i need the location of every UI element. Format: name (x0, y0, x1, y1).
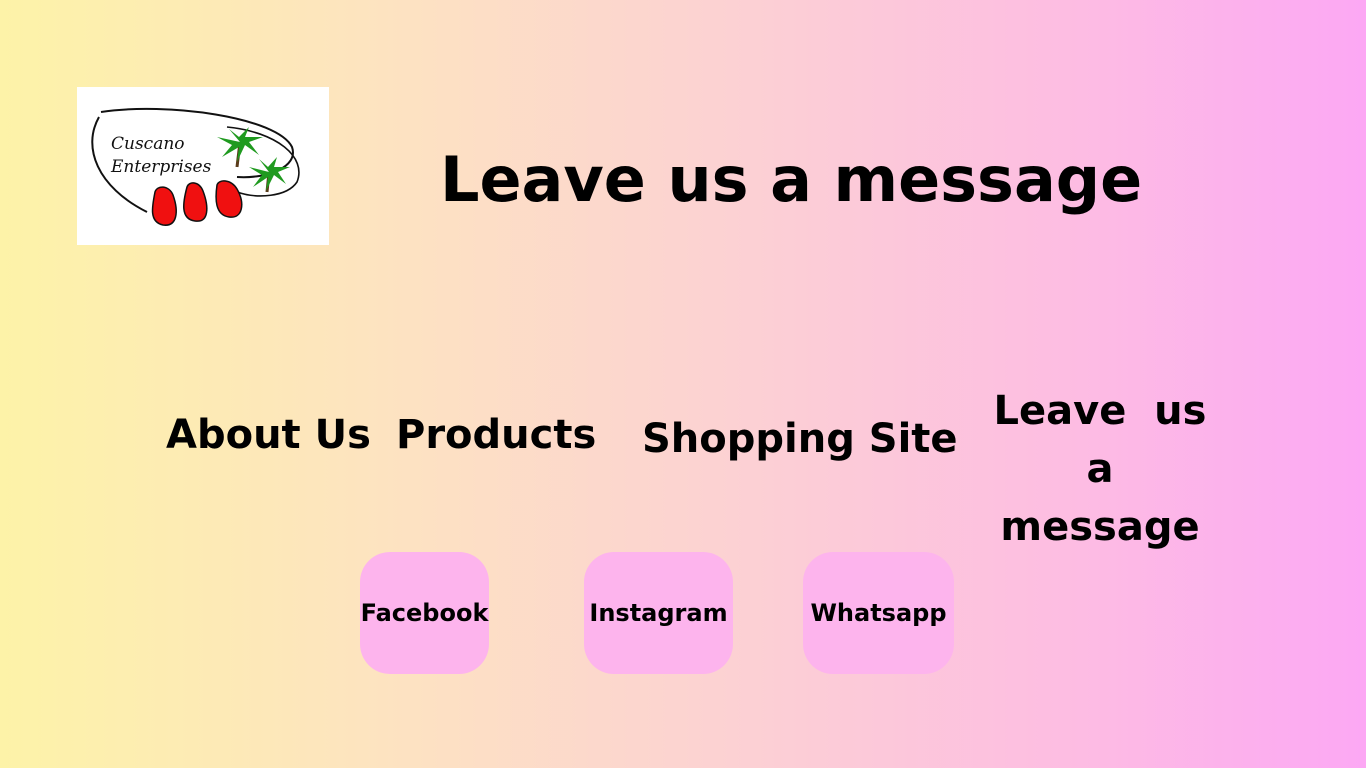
instagram-button[interactable]: Instagram (584, 552, 733, 674)
nav-leave-line2: a message (1000, 446, 1200, 550)
nav-leave-us-a-message[interactable]: Leave us a message (985, 382, 1215, 556)
whatsapp-button[interactable]: Whatsapp (803, 552, 954, 674)
facebook-button[interactable]: Facebook (360, 552, 489, 674)
nav-leave-line1: Leave us (993, 388, 1207, 434)
company-logo[interactable]: Cuscano Enterprises (77, 87, 329, 245)
facebook-button-label: Facebook (360, 599, 489, 627)
palm-tree-icon (249, 157, 290, 193)
logo-text-line1: Cuscano (111, 134, 185, 154)
red-drops-icon (151, 180, 243, 226)
nav-about-us[interactable]: About Us (166, 409, 371, 461)
logo-text-line2: Enterprises (111, 157, 212, 177)
page-title: Leave us a message (440, 143, 1143, 216)
nav-products[interactable]: Products (396, 409, 596, 461)
whatsapp-button-label: Whatsapp (810, 599, 947, 627)
nav-shopping-site[interactable]: Shopping Site (642, 413, 958, 465)
instagram-button-label: Instagram (589, 599, 728, 627)
